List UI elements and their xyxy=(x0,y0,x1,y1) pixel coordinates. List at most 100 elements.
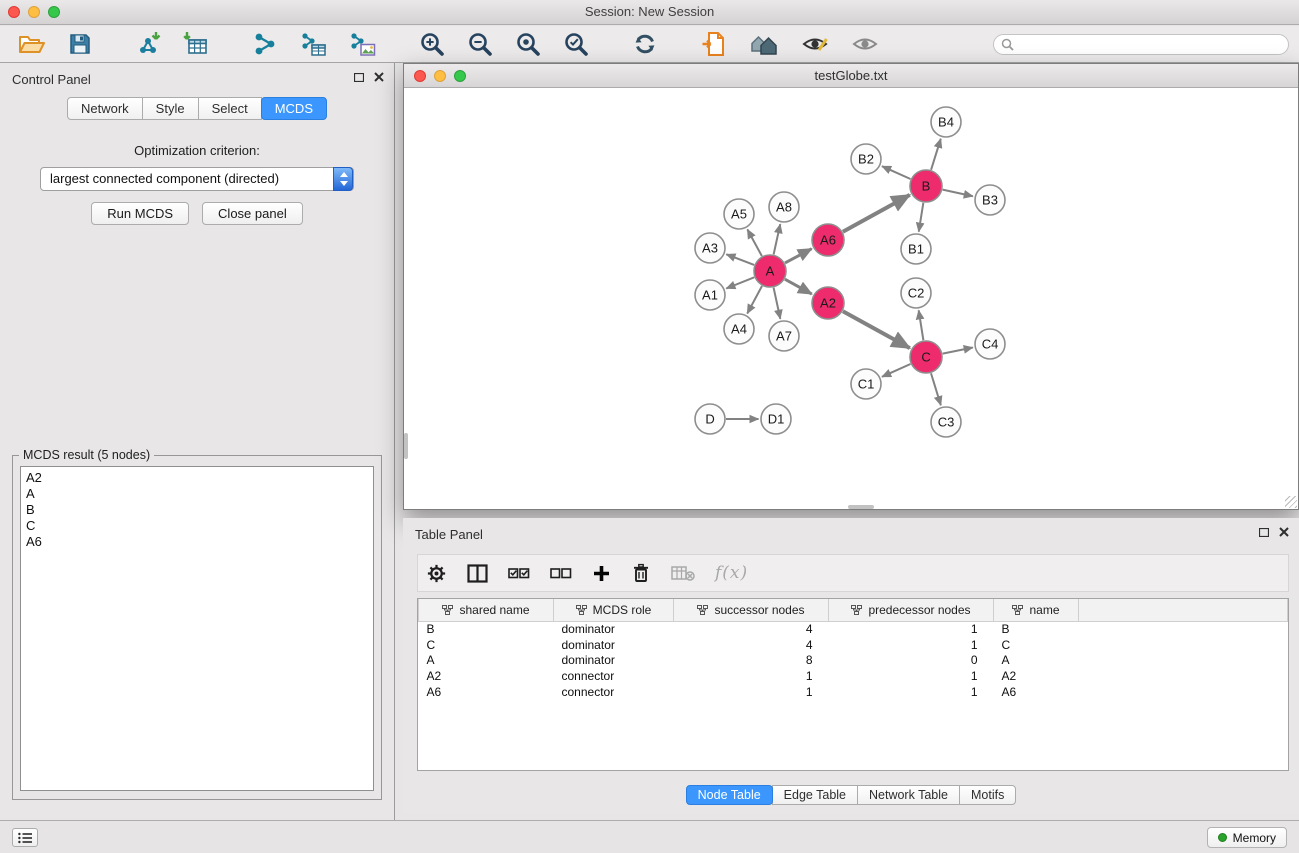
graph-edge-C-C4[interactable] xyxy=(943,347,973,353)
graph-node-C1[interactable]: C1 xyxy=(851,369,881,399)
graph-node-A6[interactable]: A6 xyxy=(812,224,844,256)
graph-edge-A-A4[interactable] xyxy=(747,286,762,314)
split-panel-button[interactable] xyxy=(467,559,488,587)
graph-node-A8[interactable]: A8 xyxy=(769,192,799,222)
table-cell[interactable]: 8 xyxy=(674,653,829,669)
table-cell[interactable]: A2 xyxy=(419,668,554,684)
panel-menu-button[interactable] xyxy=(12,828,38,847)
float-panel-icon[interactable] xyxy=(1259,528,1269,537)
result-item-a2[interactable]: A2 xyxy=(26,470,373,486)
control-tab-network[interactable]: Network xyxy=(67,97,143,120)
table-cell[interactable]: 1 xyxy=(829,668,994,684)
column-header-predecessor-nodes[interactable]: predecessor nodes xyxy=(829,599,994,621)
graph-edge-B-B3[interactable] xyxy=(943,190,973,197)
graph-node-B[interactable]: B xyxy=(910,170,942,202)
column-header-name[interactable]: name xyxy=(994,599,1079,621)
vertical-scrollbar-thumb[interactable] xyxy=(404,433,408,459)
graph-node-A5[interactable]: A5 xyxy=(724,199,754,229)
new-network-button[interactable] xyxy=(250,28,280,60)
graph-node-D[interactable]: D xyxy=(695,404,725,434)
graph-node-A7[interactable]: A7 xyxy=(769,321,799,351)
float-panel-icon[interactable] xyxy=(354,73,364,82)
graph-node-B2[interactable]: B2 xyxy=(851,144,881,174)
graph-edge-A-A3[interactable] xyxy=(726,254,754,265)
delete-column-button[interactable] xyxy=(631,559,651,587)
table-cell[interactable]: A2 xyxy=(994,668,1079,684)
add-column-button[interactable] xyxy=(592,559,611,587)
result-item-a6[interactable]: A6 xyxy=(26,534,373,550)
function-builder-button[interactable]: f(x) xyxy=(715,559,748,587)
table-cell[interactable]: A6 xyxy=(994,684,1079,700)
graph-node-D1[interactable]: D1 xyxy=(761,404,791,434)
mcds-result-list[interactable]: A2ABCA6 xyxy=(20,466,374,791)
table-tab-network-table[interactable]: Network Table xyxy=(857,785,960,805)
table-cell[interactable]: 1 xyxy=(829,637,994,653)
graph-node-A2[interactable]: A2 xyxy=(812,287,844,319)
table-cell[interactable]: dominator xyxy=(554,653,674,669)
graph-node-B4[interactable]: B4 xyxy=(931,107,961,137)
graph-edge-B-B4[interactable] xyxy=(931,139,941,170)
table-tab-node-table[interactable]: Node Table xyxy=(686,785,773,805)
table-row[interactable]: A6connector11A6 xyxy=(419,684,1288,700)
graph-edge-B-B2[interactable] xyxy=(882,166,911,179)
new-table-button[interactable] xyxy=(298,28,329,60)
table-cell[interactable]: dominator xyxy=(554,637,674,653)
graph-edge-A-A5[interactable] xyxy=(747,229,762,256)
graph-node-A[interactable]: A xyxy=(754,255,786,287)
table-cell[interactable]: A xyxy=(994,653,1079,669)
graph-node-C3[interactable]: C3 xyxy=(931,407,961,437)
table-row[interactable]: Adominator80A xyxy=(419,653,1288,669)
show-graphics-button[interactable] xyxy=(849,28,881,60)
table-cell[interactable]: C xyxy=(994,637,1079,653)
control-tab-mcds[interactable]: MCDS xyxy=(261,97,327,120)
home-button[interactable] xyxy=(747,28,781,60)
run-mcds-button[interactable]: Run MCDS xyxy=(91,202,189,225)
graph-node-C4[interactable]: C4 xyxy=(975,329,1005,359)
graph-node-A1[interactable]: A1 xyxy=(695,280,725,310)
zoom-in-button[interactable] xyxy=(417,28,447,60)
graph-edge-A6-B[interactable] xyxy=(843,195,910,232)
graph-node-C[interactable]: C xyxy=(910,341,942,373)
graph-edge-A-A6[interactable] xyxy=(785,249,812,263)
table-row[interactable]: Cdominator41C xyxy=(419,637,1288,653)
delete-table-button[interactable] xyxy=(671,559,695,587)
close-panel-icon[interactable] xyxy=(374,72,384,82)
graph-node-B3[interactable]: B3 xyxy=(975,185,1005,215)
table-tab-edge-table[interactable]: Edge Table xyxy=(772,785,858,805)
result-item-b[interactable]: B xyxy=(26,502,373,518)
table-row[interactable]: A2connector11A2 xyxy=(419,668,1288,684)
table-cell[interactable]: B xyxy=(419,621,554,637)
table-cell[interactable]: 4 xyxy=(674,621,829,637)
table-cell[interactable]: 1 xyxy=(829,621,994,637)
table-row[interactable]: Bdominator41B xyxy=(419,621,1288,637)
graph-edge-C-C3[interactable] xyxy=(931,373,941,405)
graph-node-C2[interactable]: C2 xyxy=(901,278,931,308)
table-cell[interactable]: 0 xyxy=(829,653,994,669)
table-cell[interactable]: 4 xyxy=(674,637,829,653)
optimization-criterion-select[interactable]: largest connected component (directed) xyxy=(40,167,354,191)
table-cell[interactable]: connector xyxy=(554,684,674,700)
select-all-button[interactable] xyxy=(508,559,530,587)
refresh-button[interactable] xyxy=(630,28,660,60)
table-cell[interactable]: 1 xyxy=(674,668,829,684)
close-panel-icon[interactable] xyxy=(1279,527,1289,537)
search-input[interactable] xyxy=(1018,38,1288,52)
save-session-button[interactable] xyxy=(66,28,94,60)
result-item-a[interactable]: A xyxy=(26,486,373,502)
import-table-button[interactable] xyxy=(181,28,211,60)
table-settings-button[interactable] xyxy=(426,559,447,587)
table-cell[interactable]: C xyxy=(419,637,554,653)
resize-grip[interactable] xyxy=(1285,496,1297,508)
open-file-button[interactable] xyxy=(16,28,48,60)
control-tab-select[interactable]: Select xyxy=(198,97,262,120)
zoom-selected-button[interactable] xyxy=(561,28,591,60)
horizontal-scrollbar-thumb[interactable] xyxy=(848,505,874,509)
graph-node-A3[interactable]: A3 xyxy=(695,233,725,263)
control-tab-style[interactable]: Style xyxy=(142,97,199,120)
graph-node-B1[interactable]: B1 xyxy=(901,234,931,264)
result-item-c[interactable]: C xyxy=(26,518,373,534)
export-network-button[interactable] xyxy=(699,28,729,60)
table-cell[interactable]: dominator xyxy=(554,621,674,637)
zoom-fit-button[interactable] xyxy=(513,28,543,60)
graph-edge-A-A8[interactable] xyxy=(774,224,781,254)
